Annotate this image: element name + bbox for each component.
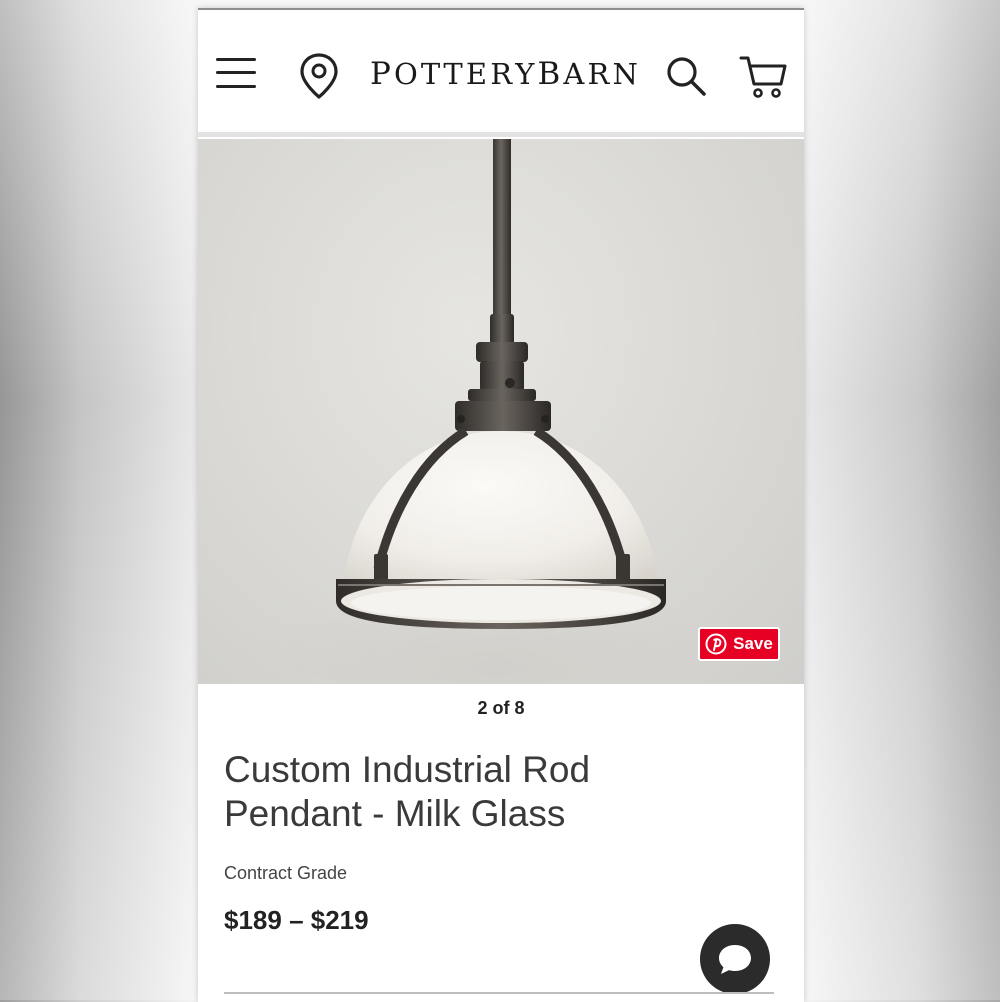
- logo-letter: N: [612, 56, 638, 91]
- logo-letter: P: [370, 55, 391, 92]
- image-counter: 2 of 8: [477, 698, 525, 718]
- logo-letter: R: [587, 56, 610, 91]
- search-icon[interactable]: [664, 54, 708, 98]
- chat-bubble-icon: [719, 945, 751, 974]
- product-image[interactable]: Save: [198, 139, 804, 684]
- logo-letter: B: [537, 55, 561, 92]
- product-title-line-1: Custom Industrial Rod: [224, 749, 591, 790]
- chat-button[interactable]: [700, 924, 770, 994]
- product-grade: Contract Grade: [224, 863, 348, 883]
- pottery-barn-logo[interactable]: P O T T E R Y B A R N: [370, 54, 638, 94]
- menu-icon[interactable]: [216, 56, 256, 90]
- pendant-lamp-image: [238, 139, 758, 684]
- phone-screen: P O T T E R Y B A R N Save 2 of 8 Custom…: [198, 8, 804, 1002]
- site-header: P O T T E R Y B A R N: [198, 10, 804, 137]
- product-title-line-2: Pendant - Milk Glass: [224, 793, 566, 834]
- logo-letter: E: [465, 56, 488, 91]
- product-title: Custom Industrial Rod Pendant - Milk Gla…: [224, 748, 744, 836]
- pinterest-save-button[interactable]: Save: [698, 627, 780, 661]
- logo-letter: R: [490, 56, 513, 91]
- cart-icon[interactable]: [738, 52, 788, 100]
- section-divider: [224, 992, 774, 994]
- logo-letter: O: [394, 56, 418, 91]
- pinterest-icon: [705, 633, 727, 655]
- product-price: $189 – $219: [224, 905, 369, 935]
- location-pin-icon[interactable]: [298, 52, 340, 100]
- logo-letter: Y: [515, 56, 535, 91]
- logo-letter: T: [443, 56, 463, 91]
- logo-letter: A: [563, 56, 585, 91]
- logo-letter: T: [420, 56, 441, 91]
- save-label: Save: [733, 634, 773, 653]
